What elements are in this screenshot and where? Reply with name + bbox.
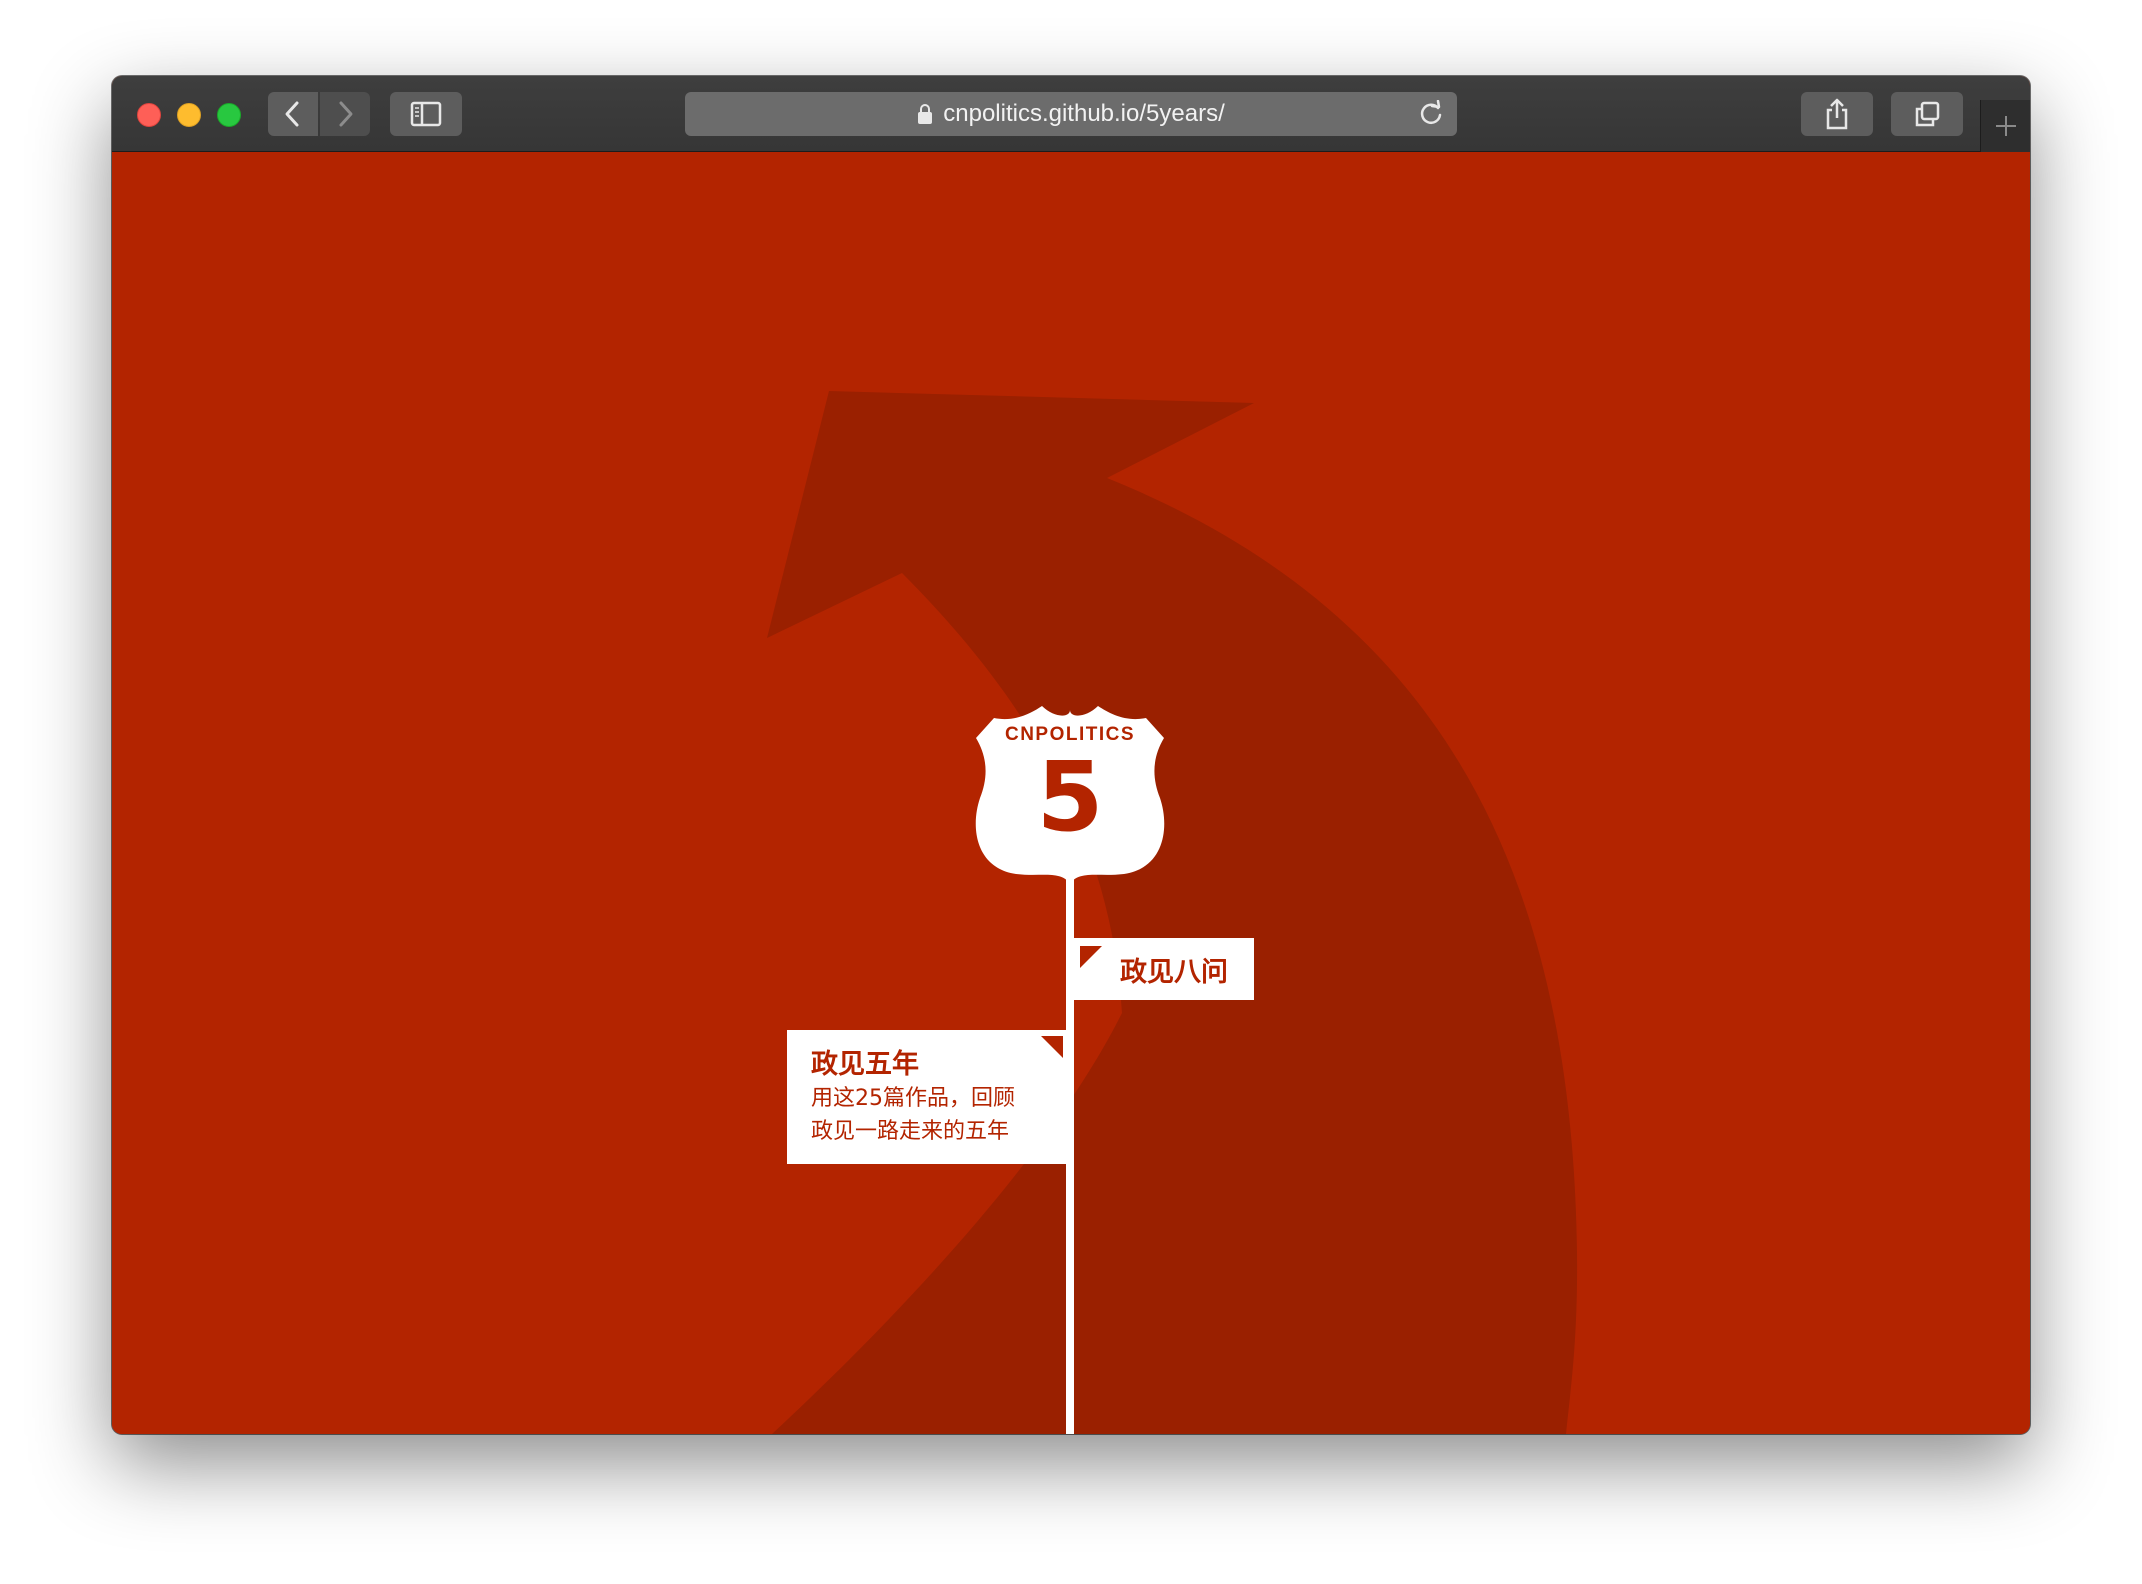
chevron-left-icon (285, 101, 299, 127)
plus-icon (1995, 116, 2016, 136)
chevron-right-icon (339, 101, 353, 127)
card-description-line1: 用这25篇作品，回顾 (811, 1086, 1015, 1111)
close-window-button[interactable] (137, 103, 161, 127)
card-description-line2: 政见一路走来的五年 (811, 1119, 1010, 1144)
browser-toolbar: cnpolitics.github.io/5years/ (112, 76, 2030, 152)
reload-icon[interactable] (1417, 100, 1445, 128)
shield-number: 5 (1036, 741, 1104, 853)
lock-icon (918, 104, 933, 124)
minimize-window-button[interactable] (177, 103, 201, 127)
card-corner-icon (1041, 1036, 1063, 1058)
share-icon (1826, 98, 1848, 130)
card-description: 用这25篇作品，回顾 政见一路走来的五年 (811, 1082, 1061, 1148)
sidebar-icon (410, 101, 442, 127)
sidebar-toggle-button[interactable] (390, 92, 462, 136)
new-tab-button[interactable] (1980, 100, 2030, 152)
flag-eight-questions-label: 政见八问 (1120, 957, 1228, 988)
card-five-years[interactable]: 政见五年 用这25篇作品，回顾 政见一路走来的五年 (787, 1030, 1069, 1164)
browser-window: cnpolitics.github.io/5years/ CNPOLITICS … (112, 76, 2030, 1434)
card-title: 政见五年 (811, 1049, 919, 1080)
url-text: cnpolitics.github.io/5years/ (943, 100, 1225, 127)
address-bar[interactable]: cnpolitics.github.io/5years/ (685, 92, 1457, 136)
flag-corner-icon (1080, 946, 1102, 968)
flag-eight-questions[interactable]: 政见八问 (1070, 938, 1254, 1000)
back-button[interactable] (268, 92, 318, 136)
tab-overview-button[interactable] (1891, 92, 1963, 136)
share-button[interactable] (1801, 92, 1873, 136)
zoom-window-button[interactable] (217, 103, 241, 127)
forward-button[interactable] (320, 92, 370, 136)
tabs-overview-icon (1915, 101, 1940, 127)
